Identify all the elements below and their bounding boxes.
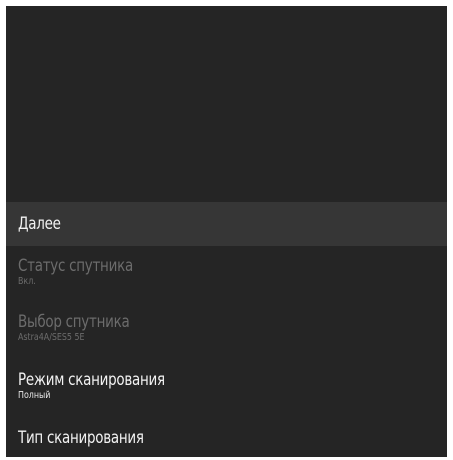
menu-item-satellite-selection[interactable]: Выбор спутника Astra4A/SES5 5E	[6, 312, 447, 352]
menu-item-scan-type[interactable]: Тип сканирования	[6, 428, 447, 456]
menu-item-value: Вкл.	[18, 276, 36, 287]
menu-item-label: Далее	[18, 214, 61, 234]
satellite-settings-panel: Далее Статус спутника Вкл. Выбор спутник…	[6, 6, 447, 457]
menu-item-label: Статус спутника	[18, 256, 133, 276]
menu-item-scan-mode[interactable]: Режим сканирования Полный	[6, 370, 447, 410]
menu-item-value: Astra4A/SES5 5E	[18, 332, 85, 343]
menu-item-label: Выбор спутника	[18, 312, 130, 332]
menu-item-next[interactable]: Далее	[6, 202, 447, 246]
menu-item-label: Тип сканирования	[18, 428, 144, 448]
menu-item-value: Полный	[18, 390, 51, 401]
menu-item-label: Режим сканирования	[18, 370, 165, 390]
menu-item-satellite-status[interactable]: Статус спутника Вкл.	[6, 256, 447, 296]
